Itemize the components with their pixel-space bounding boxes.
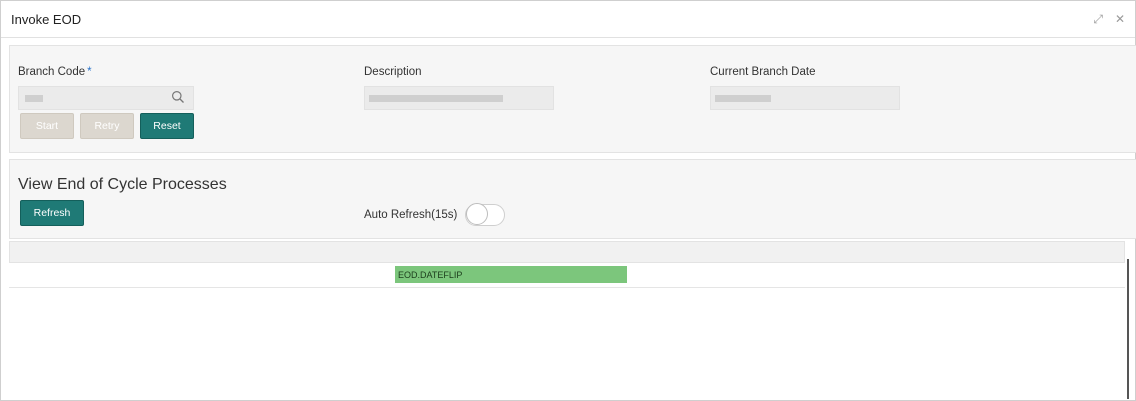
table-row[interactable]: EOD.DATEFLIP: [9, 263, 1125, 288]
close-icon[interactable]: ✕: [1115, 12, 1125, 26]
action-buttons: Start Retry Reset: [20, 113, 194, 139]
auto-refresh-label: Auto Refresh(15s): [364, 209, 458, 221]
window-title: Invoke EOD: [11, 11, 82, 27]
masked-value: [369, 95, 503, 102]
current-branch-date-field: Current Branch Date: [710, 66, 900, 110]
description-value: [364, 86, 554, 110]
masked-value: [25, 95, 43, 102]
description-field: Description: [364, 66, 554, 110]
toggle-knob: [466, 203, 489, 225]
auto-refresh: Auto Refresh(15s): [364, 203, 506, 226]
description-label: Description: [364, 66, 422, 78]
branch-section: Branch Code * Description Current Branch …: [9, 45, 1136, 153]
process-status-cell[interactable]: EOD.DATEFLIP: [395, 266, 627, 283]
masked-value: [715, 95, 771, 102]
invoke-eod-window: Invoke EOD ⤢ ✕ Branch Code* Description: [0, 0, 1136, 401]
start-button[interactable]: Start: [20, 113, 74, 139]
current-branch-date-value: [710, 86, 900, 110]
search-icon[interactable]: [171, 90, 185, 104]
title-bar: Invoke EOD ⤢ ✕: [1, 1, 1135, 38]
retry-button[interactable]: Retry: [80, 113, 134, 139]
maximize-icon[interactable]: ⤢: [1093, 12, 1103, 27]
current-branch-date-label: Current Branch Date: [710, 66, 816, 78]
branch-code-field: Branch Code *: [18, 66, 194, 110]
auto-refresh-toggle[interactable]: [465, 203, 506, 226]
processes-section: View End of Cycle Processes Refresh Auto…: [9, 159, 1136, 239]
branch-code-input[interactable]: [18, 86, 194, 110]
reset-button[interactable]: Reset: [140, 113, 194, 139]
processes-heading: View End of Cycle Processes: [18, 176, 227, 193]
grid-header: [9, 241, 1125, 263]
branch-code-label: Branch Code *: [18, 66, 92, 78]
process-grid: EOD.DATEFLIP: [9, 241, 1125, 399]
refresh-button[interactable]: Refresh: [20, 200, 84, 226]
required-mark: *: [87, 66, 92, 78]
scrollbar[interactable]: [1127, 259, 1129, 399]
